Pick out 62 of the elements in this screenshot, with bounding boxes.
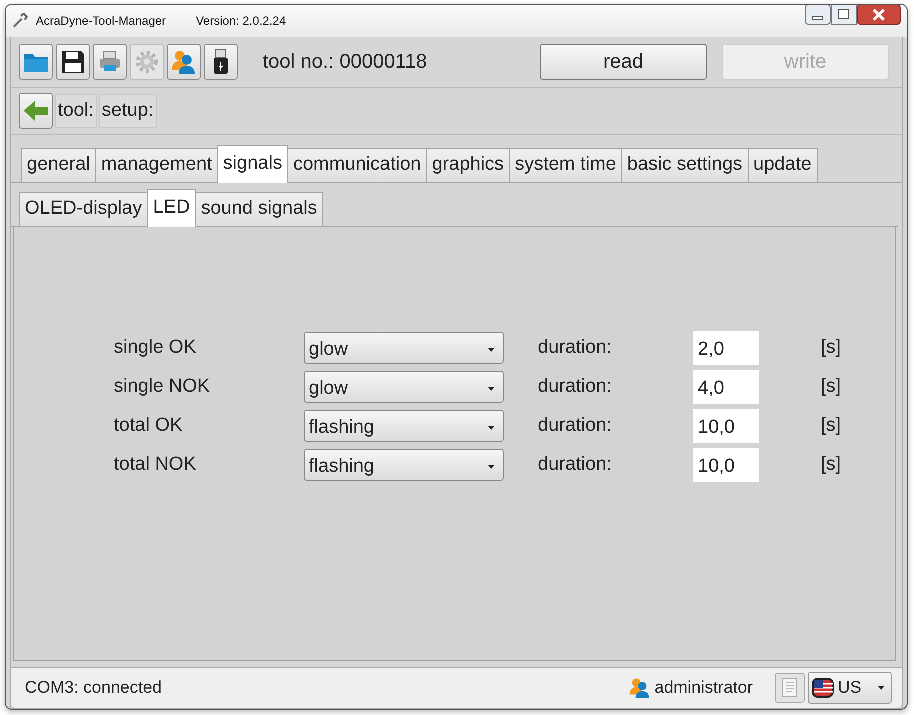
action-button[interactable]: read — [540, 44, 707, 80]
back-button[interactable] — [19, 93, 53, 129]
tab[interactable]: update — [748, 148, 818, 182]
tab[interactable]: graphics — [426, 148, 510, 182]
unit-label: [s] — [820, 336, 842, 358]
tab[interactable]: sound signals — [195, 192, 324, 226]
dropdown-arrow-icon — [488, 464, 495, 468]
document-icon — [782, 678, 798, 698]
language-dropdown[interactable]: US — [808, 672, 892, 704]
usb-stick-icon — [213, 49, 229, 75]
signal-label: total NOK — [114, 454, 198, 476]
dropdown-arrow-icon — [488, 386, 495, 390]
wrench-icon — [12, 13, 28, 29]
printer-icon — [98, 50, 122, 74]
folder-icon — [23, 51, 49, 73]
duration-label: duration: — [538, 336, 613, 358]
tab[interactable]: system time — [509, 148, 622, 182]
minimize-icon[interactable] — [805, 5, 831, 25]
dropdown-arrow-icon — [488, 348, 495, 352]
log-button[interactable] — [775, 673, 805, 703]
tab[interactable]: management — [95, 148, 218, 182]
mode-dropdown[interactable]: flashing — [304, 448, 504, 480]
gear-icon — [135, 50, 159, 74]
tab[interactable]: signals — [217, 145, 288, 183]
toolbar-button[interactable] — [204, 44, 238, 80]
unit-label: [s] — [820, 376, 842, 398]
dropdown-arrow-icon — [878, 686, 885, 690]
maximize-icon[interactable] — [831, 5, 857, 25]
duration-label: duration: — [538, 454, 613, 476]
duration-field[interactable]: 4,0 — [693, 370, 759, 404]
duration-field[interactable]: 2,0 — [693, 330, 759, 364]
unit-label: [s] — [820, 454, 842, 476]
close-icon[interactable] — [857, 5, 901, 25]
mode-dropdown[interactable]: flashing — [304, 410, 504, 442]
dropdown-arrow-icon — [488, 426, 495, 430]
breadcrumb-item[interactable]: tool: — [55, 94, 97, 128]
user-name: administrator — [654, 678, 753, 698]
flag-icon — [812, 678, 834, 698]
tab[interactable]: general — [21, 148, 96, 182]
mode-dropdown[interactable]: glow — [304, 370, 504, 402]
tab[interactable]: OLED-display — [19, 192, 148, 226]
tool-number-label: tool no.: 00000118 — [263, 50, 428, 74]
duration-label: duration: — [538, 414, 613, 436]
mode-dropdown[interactable]: glow — [304, 332, 504, 364]
version-label: Version: 2.0.2.24 — [196, 14, 286, 28]
tab[interactable]: LED — [147, 189, 196, 227]
duration-field[interactable]: 10,0 — [693, 448, 759, 482]
tab[interactable]: basic settings — [621, 148, 749, 182]
duration-label: duration: — [538, 376, 613, 398]
signal-label: single NOK — [114, 376, 212, 398]
window-title: AcraDyne-Tool-Manager — [36, 14, 166, 28]
user-icon — [628, 677, 651, 699]
toolbar-button[interactable] — [56, 44, 90, 80]
unit-label: [s] — [820, 414, 842, 436]
signal-label: total OK — [114, 414, 184, 436]
tab[interactable]: communication — [287, 148, 428, 182]
back-arrow-icon — [23, 100, 49, 122]
connection-status: COM3: connected — [25, 678, 162, 698]
breadcrumb-item[interactable]: setup: — [98, 94, 157, 128]
duration-field[interactable]: 10,0 — [693, 408, 759, 442]
signal-label: single OK — [114, 336, 198, 358]
users-icon — [171, 49, 197, 75]
